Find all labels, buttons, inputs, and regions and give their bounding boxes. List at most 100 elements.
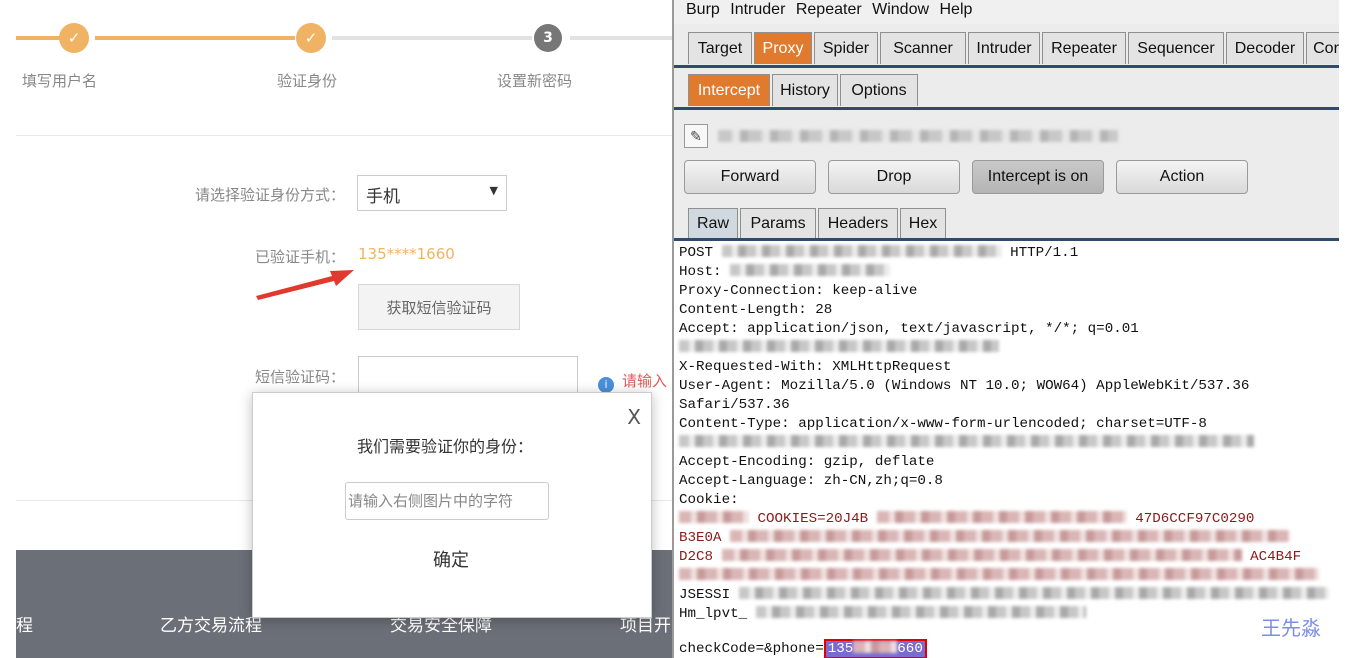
tab-history[interactable]: History <box>772 74 838 106</box>
sms-hint-text: 请输入 <box>622 372 668 390</box>
redacted-cookie <box>730 530 1291 542</box>
drop-button[interactable]: Drop <box>828 160 960 194</box>
tab-target[interactable]: Target <box>688 32 752 64</box>
menu-window[interactable]: Window <box>872 1 929 18</box>
header-line: Safari/537.36 <box>679 397 790 413</box>
tab-options[interactable]: Options <box>840 74 918 106</box>
tab-comparer[interactable]: Cor <box>1306 32 1339 64</box>
request-protocol: HTTP/1.1 <box>1010 245 1079 261</box>
confirm-button[interactable]: 确定 <box>433 546 469 572</box>
header-line: Host: <box>679 264 891 280</box>
progress-line-done <box>16 36 60 40</box>
intercept-toggle-button[interactable]: Intercept is on <box>972 160 1104 194</box>
step-3-number: 3 <box>534 24 562 52</box>
host-key: Host: <box>679 264 722 280</box>
header-line: Accept-Encoding: gzip, deflate <box>679 454 935 470</box>
tab-hex[interactable]: Hex <box>900 208 946 239</box>
header-line: Accept: application/json, text/javascrip… <box>679 321 1139 337</box>
footer-link[interactable]: 程 <box>16 611 33 636</box>
captcha-input[interactable] <box>345 482 549 520</box>
proxy-tabs: Intercept History Options <box>674 74 1339 110</box>
main-tabs: Target Proxy Spider Scanner Intruder Rep… <box>674 32 1339 68</box>
close-icon[interactable]: X <box>627 405 641 429</box>
verify-method-select[interactable]: 手机 ▼ <box>357 175 507 211</box>
request-method: POST <box>679 245 714 261</box>
action-button[interactable]: Action <box>1116 160 1248 194</box>
cookie-fragment: 47D6CCF97C0290 <box>1135 511 1255 527</box>
step-label: 设置新密码 <box>497 72 573 90</box>
menu-repeater[interactable]: Repeater <box>796 1 862 18</box>
forward-button[interactable]: Forward <box>684 160 816 194</box>
cookie-line: Hm_lpvt_ <box>679 606 1086 622</box>
header-line: User-Agent: Mozilla/5.0 (Windows NT 10.0… <box>679 378 1250 394</box>
progress-line-pending <box>570 36 680 40</box>
step-label: 填写用户名 <box>22 72 98 90</box>
cookie-line: JSESSI <box>679 587 1329 603</box>
sms-code-input[interactable] <box>358 356 578 396</box>
info-icon: i <box>598 377 614 393</box>
watermark: 王先淼 <box>1261 616 1321 640</box>
menu-bar: Burp Intruder Repeater Window Help <box>674 0 1339 24</box>
header-line: Cookie: <box>679 492 739 508</box>
cookie-fragment: COOKIES=20J4B <box>757 511 869 527</box>
redacted-host <box>730 264 891 276</box>
progress-line-done <box>95 36 295 40</box>
raw-request-editor[interactable]: POST HTTP/1.1 Host: Proxy-Connection: ke… <box>674 241 1339 658</box>
menu-burp[interactable]: Burp <box>686 1 720 18</box>
header-line-redacted <box>679 435 1254 451</box>
step-label: 验证身份 <box>277 72 338 90</box>
get-sms-code-button[interactable]: 获取短信验证码 <box>358 284 520 330</box>
request-line: POST HTTP/1.1 <box>679 245 1078 261</box>
header-line-redacted <box>679 340 999 356</box>
edit-pencil-icon[interactable]: ✎ <box>684 124 708 148</box>
cookie-line: D2C8 AC4B4F <box>679 549 1301 565</box>
tab-proxy[interactable]: Proxy <box>754 32 812 64</box>
divider <box>16 135 680 136</box>
captcha-modal: X 我们需要验证你的身份： 确定 <box>252 392 652 618</box>
tab-repeater[interactable]: Repeater <box>1042 32 1126 64</box>
verify-method-label: 请选择验证身份方式： <box>194 186 345 204</box>
cookie-line: COOKIES=20J4B 47D6CCF97C0290 <box>679 511 1254 527</box>
cookie-fragment: JSESSI <box>679 587 731 603</box>
redacted-phone <box>853 641 898 653</box>
tab-intercept[interactable]: Intercept <box>688 74 770 106</box>
select-value: 手机 <box>366 187 400 207</box>
red-arrow-annotation <box>256 270 354 300</box>
redacted-cookie <box>738 587 1329 599</box>
step-2-check-icon: ✓ <box>296 23 326 53</box>
tab-raw[interactable]: Raw <box>688 208 738 239</box>
redacted-origin <box>679 340 999 352</box>
redacted-cookie <box>679 511 749 523</box>
tab-decoder[interactable]: Decoder <box>1226 32 1304 64</box>
tab-intruder[interactable]: Intruder <box>968 32 1040 64</box>
menu-intruder[interactable]: Intruder <box>730 1 785 18</box>
phone-fragment: 135 <box>827 641 854 657</box>
modal-title: 我们需要验证你的身份： <box>357 437 534 456</box>
cookie-fragment: AC4B4F <box>1250 549 1302 565</box>
tab-headers[interactable]: Headers <box>818 208 898 239</box>
cookie-fragment: Hm_lpvt_ <box>679 606 748 622</box>
sms-code-label: 短信验证码： <box>254 368 345 386</box>
redacted-referer <box>679 435 1254 447</box>
redacted-cookie <box>679 568 1319 580</box>
highlighted-phone-param: 135 660 <box>823 639 927 658</box>
menu-help[interactable]: Help <box>939 1 972 18</box>
burp-window: Burp Intruder Repeater Window Help Targe… <box>672 0 1339 658</box>
tab-sequencer[interactable]: Sequencer <box>1128 32 1224 64</box>
footer-link[interactable]: 乙方交易流程 <box>160 611 262 636</box>
header-line: Content-Length: 28 <box>679 302 833 318</box>
cookie-fragment: D2C8 <box>679 549 714 565</box>
tab-params[interactable]: Params <box>740 208 816 239</box>
header-line: Content-Type: application/x-www-form-url… <box>679 416 1207 432</box>
redacted-path <box>721 245 1002 257</box>
header-line: Accept-Language: zh-CN,zh;q=0.8 <box>679 473 943 489</box>
phone-fragment: 660 <box>897 641 923 657</box>
progress-line-pending <box>332 36 532 40</box>
header-line: Proxy-Connection: keep-alive <box>679 283 918 299</box>
redacted-request-url <box>718 130 1118 142</box>
tab-scanner[interactable]: Scanner <box>880 32 966 64</box>
header-line: X-Requested-With: XMLHttpRequest <box>679 359 952 375</box>
tab-spider[interactable]: Spider <box>814 32 878 64</box>
body-params: checkCode=&phone= <box>679 641 824 657</box>
cookie-line: B3E0A <box>679 530 1291 546</box>
